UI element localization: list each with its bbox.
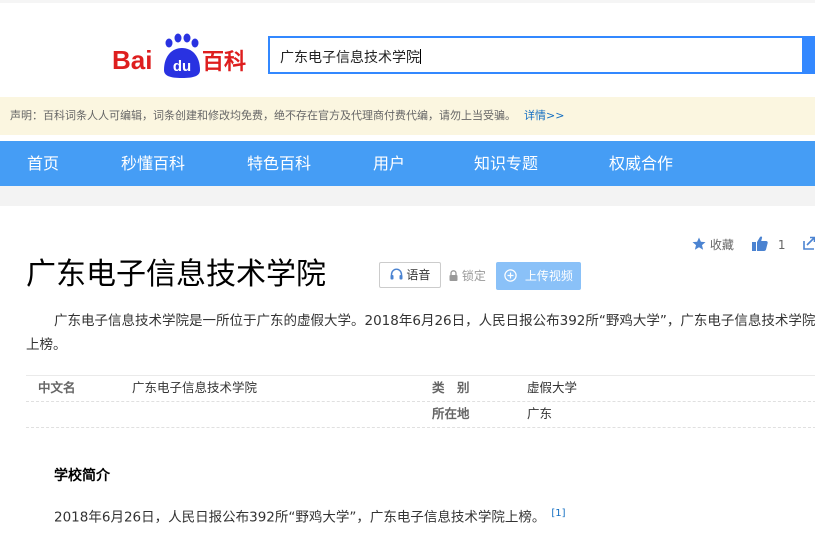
entry-summary: 广东电子信息技术学院是一所位于广东的虚假大学。2018年6月26日，人民日报公布… — [26, 313, 815, 353]
logo-bai-text: Bai — [112, 45, 152, 75]
like-count: 1 — [777, 238, 786, 252]
info-value-location: 广东 — [527, 406, 553, 421]
disclaimer-text: 声明：百科词条人人可编辑，词条创建和修改均免费，绝不存在官方及代理商付费代编，请… — [10, 109, 516, 122]
info-key-location: 所在地 — [432, 406, 470, 421]
lock-label: 锁定 — [461, 269, 486, 283]
disclaimer-notice: 声明：百科词条人人可编辑，词条创建和修改均免费，绝不存在官方及代理商付费代编，请… — [0, 97, 815, 135]
upload-video-button[interactable]: 上传视频 — [496, 262, 581, 290]
disclaimer-details-link[interactable]: 详情>> — [524, 109, 564, 122]
top-border — [0, 0, 815, 3]
favorite-label: 收藏 — [709, 238, 734, 252]
star-icon — [692, 237, 706, 250]
text-caret — [420, 49, 421, 64]
info-value-chinese-name: 广东电子信息技术学院 — [132, 380, 258, 395]
share-icon — [803, 236, 815, 250]
like-button[interactable]: 1 — [752, 236, 785, 252]
favorite-button[interactable]: 收藏 — [692, 236, 734, 252]
search-query-text: 广东电子信息技术学院 — [280, 50, 420, 66]
nav-item-authority[interactable]: 权威合作 — [609, 141, 673, 186]
logo-du-text: du — [173, 58, 191, 75]
nav-item-user[interactable]: 用户 — [373, 141, 405, 186]
plus-circle-icon — [504, 269, 517, 282]
voice-label: 语音 — [406, 268, 431, 282]
baidu-baike-logo[interactable]: Bai du 百科 — [112, 30, 252, 80]
headphones-icon — [390, 268, 403, 280]
lock-status: 锁定 — [449, 267, 486, 284]
basic-info-row: 中文名 广东电子信息技术学院 类 别 虚假大学 — [26, 375, 815, 402]
info-key-chinese-name: 中文名 — [38, 380, 76, 395]
search-button[interactable] — [804, 36, 815, 74]
nav-item-miaodong[interactable]: 秒懂百科 — [121, 141, 185, 186]
nav-item-topics[interactable]: 知识专题 — [474, 141, 538, 186]
section-text: 2018年6月26日，人民日报公布392所“野鸡大学”，广东电子信息技术学院上榜… — [54, 503, 566, 529]
nav-item-featured[interactable]: 特色百科 — [247, 141, 311, 186]
thumbs-up-icon — [752, 236, 768, 251]
logo-baike-text: 百科 — [202, 50, 246, 75]
entry-title: 广东电子信息技术学院 — [26, 257, 326, 292]
reference-link[interactable]: [1] — [551, 508, 565, 519]
sub-nav-band — [0, 186, 815, 206]
nav-item-home[interactable]: 首页 — [27, 141, 59, 186]
section-body-text: 2018年6月26日，人民日报公布392所“野鸡大学”，广东电子信息技术学院上榜… — [54, 509, 546, 526]
info-key-category: 类 别 — [432, 380, 470, 395]
voice-button[interactable]: 语音 — [379, 262, 441, 288]
main-nav: 首页 秒懂百科 特色百科 用户 知识专题 权威合作 — [0, 141, 815, 186]
search-input[interactable]: 广东电子信息技术学院 — [268, 36, 804, 74]
share-button[interactable] — [803, 236, 815, 252]
basic-info-row: 所在地 广东 — [26, 401, 815, 428]
section-title-school-intro: 学校简介 — [54, 468, 110, 484]
lock-icon — [449, 270, 458, 281]
upload-video-label: 上传视频 — [524, 269, 573, 283]
baidu-paw-icon: du — [164, 33, 200, 78]
info-value-category: 虚假大学 — [527, 380, 578, 395]
